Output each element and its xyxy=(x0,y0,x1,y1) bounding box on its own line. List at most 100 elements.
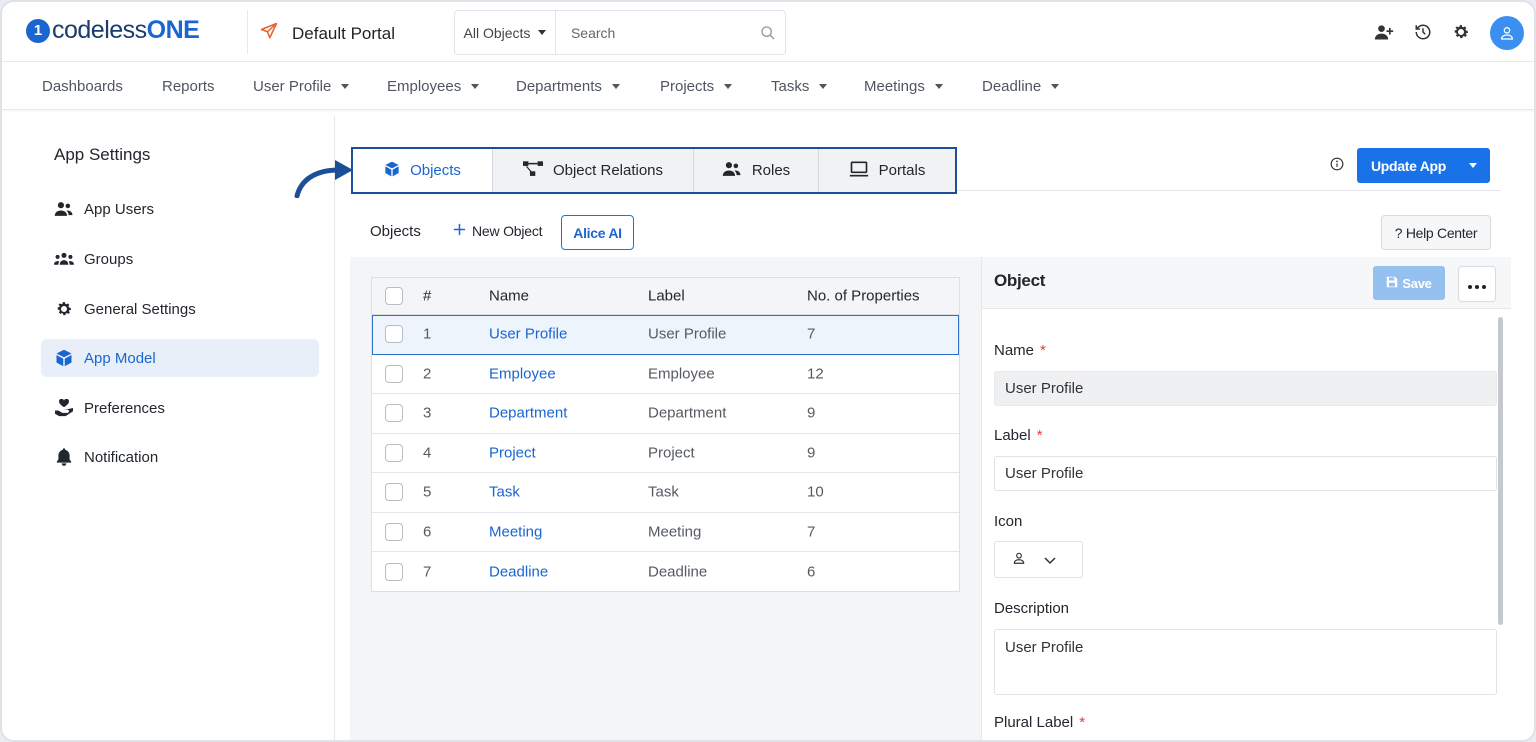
nav-item-deadline[interactable]: Deadline xyxy=(982,78,1060,95)
sidebar-item-groups[interactable]: Groups xyxy=(41,240,319,278)
portal-name: Default Portal xyxy=(292,23,395,43)
object-name-link[interactable]: User Profile xyxy=(489,326,567,343)
add-user-icon[interactable] xyxy=(1374,23,1394,44)
nav-item-user-profile[interactable]: User Profile xyxy=(253,78,350,95)
tab-label: Object Relations xyxy=(552,162,664,179)
gear-icon[interactable] xyxy=(1452,23,1470,44)
object-name-link[interactable]: Project xyxy=(489,444,536,461)
object-name-link[interactable]: Department xyxy=(489,405,567,422)
name-field[interactable]: User Profile xyxy=(994,371,1497,406)
object-property-count: 9 xyxy=(807,404,816,422)
object-name-link[interactable]: Task xyxy=(489,484,520,501)
detail-scrollbar[interactable] xyxy=(1498,317,1503,625)
tab-roles[interactable]: Roles xyxy=(694,149,819,192)
row-number: 2 xyxy=(423,365,432,383)
object-label: Meeting xyxy=(648,523,702,541)
detail-header: Object Save xyxy=(982,257,1511,309)
new-object-button[interactable]: New Object xyxy=(453,223,543,239)
tab-label: Roles xyxy=(751,162,791,179)
nav-item-tasks[interactable]: Tasks xyxy=(771,78,828,95)
icon-picker[interactable] xyxy=(994,541,1083,578)
object-label: Employee xyxy=(648,365,715,383)
sidebar-item-preferences[interactable]: Preferences xyxy=(41,389,319,427)
help-center-button[interactable]: ? Help Center xyxy=(1381,215,1491,250)
objects-label: Objects xyxy=(370,223,421,240)
update-app-button[interactable]: Update App xyxy=(1357,148,1490,183)
table-row[interactable]: 3 Department Department 9 xyxy=(372,394,959,434)
gear-icon xyxy=(54,300,74,318)
update-app-dropdown[interactable] xyxy=(1456,148,1490,183)
main-nav: Dashboards Reports User Profile Employee… xyxy=(2,62,1534,110)
objects-table: # Name Label No. of Properties 1 User Pro… xyxy=(371,277,960,592)
sidebar-item-general-settings[interactable]: General Settings xyxy=(41,290,319,328)
nav-label: Dashboards xyxy=(42,78,123,95)
tab-object-relations[interactable]: Object Relations xyxy=(493,149,694,192)
name-field-label: Name * xyxy=(994,342,1046,359)
nav-item-departments[interactable]: Departments xyxy=(516,78,620,95)
nav-item-dashboards[interactable]: Dashboards xyxy=(42,78,123,95)
top-bar: 1 codelessONE Default Portal All Objects xyxy=(2,2,1534,62)
group-icon xyxy=(54,251,74,267)
required-mark: * xyxy=(1036,427,1043,444)
portal-switcher[interactable]: Default Portal xyxy=(260,22,395,45)
row-number: 4 xyxy=(423,444,432,462)
row-checkbox[interactable] xyxy=(385,562,403,581)
table-row[interactable]: 6 Meeting Meeting 7 xyxy=(372,513,959,552)
row-number: 5 xyxy=(423,483,432,501)
column-header-properties[interactable]: No. of Properties xyxy=(807,288,920,305)
search-icon[interactable] xyxy=(752,25,785,41)
row-checkbox[interactable] xyxy=(385,443,403,462)
search-input[interactable] xyxy=(555,11,752,54)
column-header-name[interactable]: Name xyxy=(489,288,529,305)
column-header-label[interactable]: Label xyxy=(648,288,685,305)
table-row[interactable]: 7 Deadline Deadline 6 xyxy=(372,552,959,592)
nav-item-projects[interactable]: Projects xyxy=(660,78,733,95)
object-label: Department xyxy=(648,404,727,422)
nav-item-reports[interactable]: Reports xyxy=(162,78,215,95)
row-checkbox[interactable] xyxy=(385,483,403,502)
row-checkbox[interactable] xyxy=(385,522,403,541)
object-property-count: 6 xyxy=(807,563,816,581)
object-property-count: 10 xyxy=(807,483,824,501)
object-label: Task xyxy=(648,483,679,501)
search-scope-dropdown[interactable]: All Objects xyxy=(455,11,556,54)
sidebar-item-notification[interactable]: Notification xyxy=(41,438,319,476)
object-label: Deadline xyxy=(648,563,708,581)
nav-item-employees[interactable]: Employees xyxy=(387,78,480,95)
new-object-label: New Object xyxy=(472,223,543,239)
app-logo[interactable]: 1 codelessONE xyxy=(26,16,200,45)
row-checkbox[interactable] xyxy=(385,404,403,423)
save-button[interactable]: Save xyxy=(1373,266,1445,300)
row-checkbox[interactable] xyxy=(385,364,403,383)
more-options-button[interactable] xyxy=(1458,266,1496,302)
description-field[interactable]: User Profile xyxy=(994,629,1497,695)
icon-field-label: Icon xyxy=(994,513,1023,530)
user-avatar[interactable] xyxy=(1490,16,1524,50)
sidebar-item-app-users[interactable]: App Users xyxy=(41,190,319,228)
object-name-link[interactable]: Deadline xyxy=(489,563,548,580)
tab-portals[interactable]: Portals xyxy=(819,149,955,192)
row-checkbox[interactable] xyxy=(385,325,403,344)
object-name-link[interactable]: Meeting xyxy=(489,523,542,540)
label-field[interactable]: User Profile xyxy=(994,456,1497,491)
alice-ai-button[interactable]: Alice AI xyxy=(561,215,634,250)
table-row[interactable]: 2 Employee Employee 12 xyxy=(372,355,959,394)
object-property-count: 12 xyxy=(807,365,824,383)
relations-icon xyxy=(522,160,543,181)
object-label: User Profile xyxy=(648,325,727,343)
sidebar-item-app-model[interactable]: App Model xyxy=(41,339,319,377)
tab-objects[interactable]: Objects xyxy=(353,149,493,192)
select-all-checkbox[interactable] xyxy=(385,287,403,305)
history-icon[interactable] xyxy=(1414,23,1432,44)
sidebar-item-label: Groups xyxy=(84,250,134,268)
nav-label: User Profile xyxy=(253,78,332,95)
table-row[interactable]: 5 Task Task 10 xyxy=(372,473,959,513)
info-icon[interactable] xyxy=(1330,157,1344,174)
object-name-link[interactable]: Employee xyxy=(489,365,556,382)
caret-down-icon xyxy=(934,84,943,89)
label-text: Label xyxy=(994,427,1031,444)
more-dots-icon xyxy=(1468,276,1486,292)
table-row[interactable]: 4 Project Project 9 xyxy=(372,434,959,473)
nav-item-meetings[interactable]: Meetings xyxy=(864,78,943,95)
table-row[interactable]: 1 User Profile User Profile 7 xyxy=(372,315,959,355)
